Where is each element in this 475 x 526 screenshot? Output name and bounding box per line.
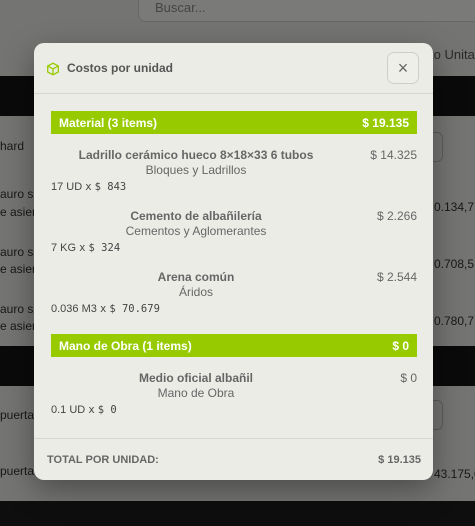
item-quantity: 17 UD x $ 843 (51, 181, 126, 193)
multiply-sign: x (88, 404, 95, 416)
total-label: TOTAL POR UNIDAD: (47, 454, 159, 466)
unit-costs-modal: Costos por unidad × Material (3 items) $… (34, 43, 433, 480)
item-quantity: 0.1 UD x $ 0 (51, 404, 117, 416)
item-category: Áridos (178, 285, 213, 299)
item-price: $ 0 (400, 371, 417, 385)
item-quantity: 7 KG x $ 324 (51, 242, 120, 254)
list-item: Cemento de albañilería Cementos y Aglome… (51, 209, 417, 267)
modal-footer: TOTAL POR UNIDAD: $ 19.135 (34, 438, 433, 480)
item-category: Cementos y Aglomerantes (125, 224, 267, 238)
multiply-sign: x (85, 181, 92, 193)
cube-icon (47, 62, 59, 76)
unit-price: $ 0 (97, 404, 117, 416)
item-category: Bloques y Ladrillos (145, 163, 247, 177)
unit-price: $ 70.679 (109, 303, 160, 315)
unit-price: $ 324 (88, 242, 121, 254)
list-item: Ladrillo cerámico hueco 8×18×33 6 tubos … (51, 148, 417, 206)
quantity-value: 7 KG (51, 242, 77, 254)
unit-price: $ 843 (94, 181, 127, 193)
section-header-material: Material (3 items) $ 19.135 (51, 111, 417, 134)
item-name: Ladrillo cerámico hueco 8×18×33 6 tubos (78, 148, 314, 162)
section-header-labor: Mano de Obra (1 items) $ 0 (51, 334, 417, 357)
item-price: $ 2.544 (376, 270, 417, 284)
item-name: Arena común (157, 270, 235, 284)
section-total: $ 19.135 (362, 116, 409, 130)
close-button[interactable]: × (387, 52, 419, 84)
list-item: Arena común Áridos $ 2.544 0.036 M3 x $ … (51, 270, 417, 328)
item-name: Medio oficial albañil (138, 371, 254, 385)
total-value: $ 19.135 (378, 454, 421, 466)
item-name: Cemento de albañilería (130, 209, 262, 223)
section-title: Material (3 items) (59, 116, 158, 130)
quantity-value: 0.036 M3 (51, 303, 97, 315)
item-quantity: 0.036 M3 x $ 70.679 (51, 303, 160, 315)
quantity-value: 17 UD (51, 181, 83, 193)
multiply-sign: x (79, 242, 86, 254)
modal-header: Costos por unidad × (34, 43, 433, 94)
item-price: $ 2.266 (376, 209, 417, 223)
section-total: $ 0 (392, 339, 409, 353)
quantity-value: 0.1 UD (51, 404, 86, 416)
list-item: Medio oficial albañil Mano de Obra $ 0 0… (51, 371, 417, 429)
modal-title: Costos por unidad (67, 61, 173, 75)
multiply-sign: x (99, 303, 107, 315)
item-price: $ 14.325 (370, 148, 417, 162)
item-category: Mano de Obra (157, 386, 235, 400)
close-icon: × (397, 58, 409, 78)
section-title: Mano de Obra (1 items) (59, 339, 192, 353)
